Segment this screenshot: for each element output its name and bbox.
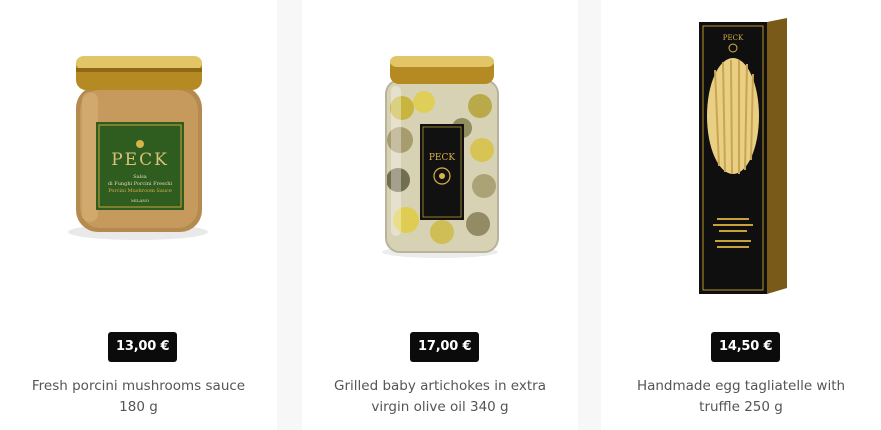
svg-text:di Funghi Porcini Freschi: di Funghi Porcini Freschi [108,181,173,187]
porcini-sauce-jar-image: PECK Salsa di Funghi Porcini Freschi Por… [68,56,208,240]
product-card[interactable]: PECK 14,50 € Handmade egg tagliatelle wi… [601,0,881,430]
price-tag: 14,50 € [711,332,781,362]
svg-text:Salsa: Salsa [133,174,147,180]
svg-text:Porcini Mushroom Sauce: Porcini Mushroom Sauce [108,188,172,194]
product-image[interactable]: PECK Salsa di Funghi Porcini Freschi Por… [0,0,277,320]
product-card[interactable]: PECK 17,00 € Grilled baby artichokes in … [302,0,578,430]
product-image[interactable]: PECK [302,0,578,320]
label-brand: PECK [723,34,744,42]
product-name[interactable]: Grilled baby artichokes in extra virgin … [312,376,568,418]
label-brand: PECK [111,150,169,170]
product-card[interactable]: PECK Salsa di Funghi Porcini Freschi Por… [0,0,277,430]
label-brand: PECK [429,153,456,163]
product-name[interactable]: Fresh porcini mushrooms sauce 180 g [10,376,267,418]
price-tag: 17,00 € [410,332,480,362]
product-grid: PECK Salsa di Funghi Porcini Freschi Por… [0,0,881,430]
svg-text:MILANO: MILANO [131,198,150,203]
product-name[interactable]: Handmade egg tagliatelle with truffle 25… [611,376,871,418]
tagliatelle-box-image: PECK [699,18,787,294]
price-tag: 13,00 € [108,332,178,362]
product-image[interactable]: PECK [601,0,881,320]
artichokes-jar-image: PECK [382,56,499,258]
